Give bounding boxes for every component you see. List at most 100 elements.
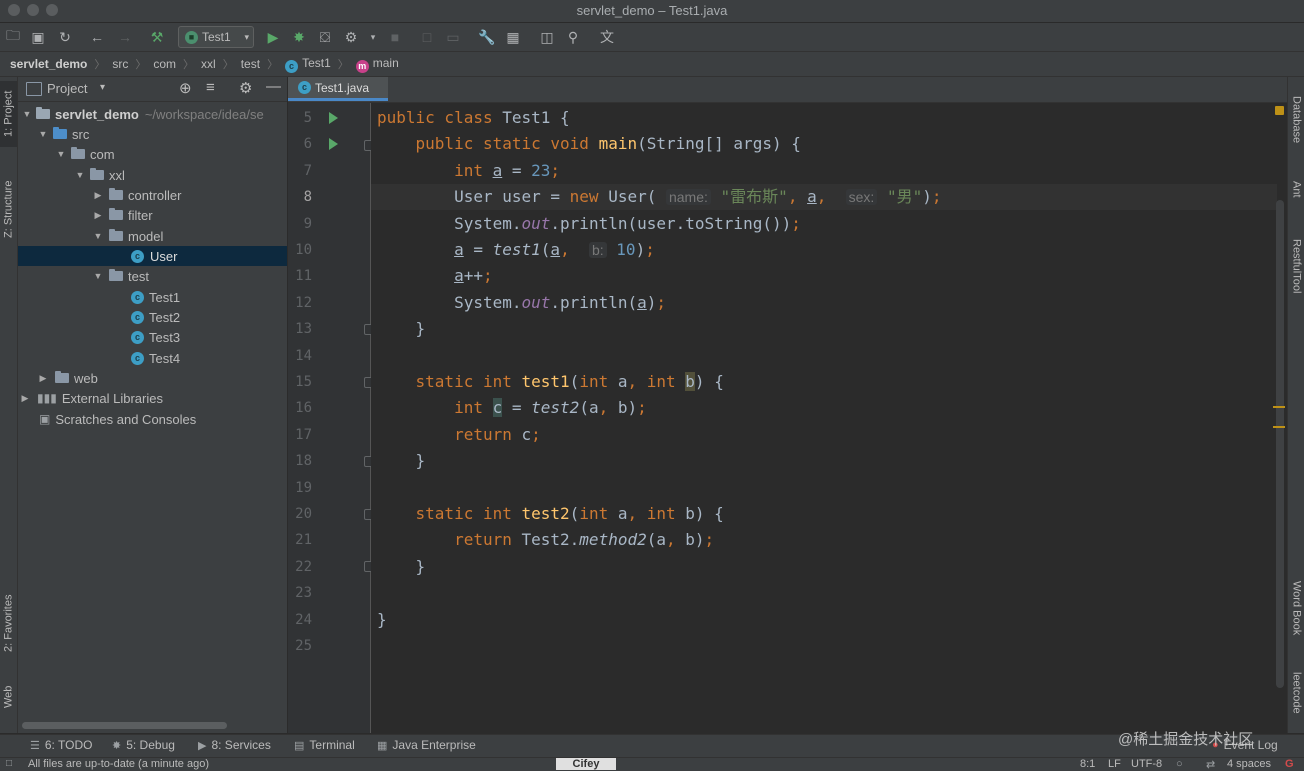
tree-item-test2[interactable]: c Test2	[18, 307, 287, 327]
tree-item-test[interactable]: ▼ test	[18, 266, 287, 286]
update-icon[interactable]: ▭	[442, 26, 464, 48]
run-gutter-icon[interactable]	[329, 138, 338, 150]
translate-icon[interactable]: 文	[596, 26, 618, 48]
parameter-hint: name:	[665, 189, 711, 205]
tree-item-user[interactable]: c User	[18, 246, 287, 266]
line-separator[interactable]: LF	[1108, 758, 1121, 770]
attach-debugger-icon[interactable]: □	[416, 26, 438, 48]
restfultool-tool-tab[interactable]: RestfulTool	[1288, 227, 1304, 305]
chevron-down-icon[interactable]: ▾	[362, 26, 384, 48]
chevron-down-icon[interactable]: ▼	[20, 109, 34, 119]
settings-wrench-icon[interactable]: 🔧	[476, 26, 498, 48]
tree-item-test3[interactable]: c Test3	[18, 327, 287, 347]
favorites-tool-tab[interactable]: 2: Favorites	[0, 582, 17, 664]
breadcrumb-project[interactable]: servlet_demo	[8, 57, 89, 71]
chevron-right-icon[interactable]: ▶	[36, 373, 50, 384]
leetcode-tool-tab[interactable]: leetcode	[1288, 662, 1304, 724]
code-line: static int test1(int a, int b) {	[415, 372, 724, 391]
java-enterprise-tab[interactable]: ▦ Java Enterprise	[377, 738, 476, 752]
code-line: public static void main(String[] args) {	[415, 134, 801, 153]
lock-icon[interactable]: ○	[1176, 758, 1183, 770]
chevron-right-icon[interactable]: ▶	[91, 190, 105, 201]
save-icon[interactable]: ▣	[27, 26, 49, 48]
collapse-all-icon[interactable]: ≡	[206, 79, 215, 96]
wordbook-tool-tab[interactable]: Word Book	[1288, 577, 1304, 639]
hide-panel-icon[interactable]: —	[266, 78, 281, 95]
tab-test1-java[interactable]: c Test1.java	[288, 77, 388, 101]
inspection-warning-icon[interactable]	[1275, 106, 1284, 115]
todo-tab-label: 6: TODO	[44, 738, 93, 752]
tree-item-scratches[interactable]: ▣ Scratches and Consoles	[18, 409, 287, 429]
coverage-icon[interactable]: ⛋	[314, 26, 336, 48]
gear-icon[interactable]: ⚙	[239, 79, 252, 97]
tree-item-web[interactable]: ▶ web	[18, 368, 287, 388]
file-encoding[interactable]: UTF-8	[1131, 758, 1162, 770]
project-structure-icon[interactable]: ▦	[502, 26, 524, 48]
run-configuration-select[interactable]: ■ Test1 ▾	[178, 26, 254, 48]
breadcrumb-class[interactable]: c Test1	[283, 56, 333, 73]
tree-item-com[interactable]: ▼ com	[18, 144, 287, 164]
structure-tool-tab[interactable]: Z: Structure	[0, 169, 17, 249]
run-gutter-icon[interactable]	[329, 112, 338, 124]
editor-vertical-scrollbar[interactable]	[1276, 200, 1284, 688]
warning-stripe-mark[interactable]	[1273, 426, 1285, 428]
code-line: System.out.println(a);	[377, 293, 667, 312]
tree-item-external-libraries[interactable]: ▶ ▮▮▮ External Libraries	[18, 388, 287, 408]
chevron-down-icon[interactable]: ▼	[73, 170, 87, 180]
code-editor[interactable]: public class Test1 { public static void …	[371, 103, 1287, 733]
profile-icon[interactable]: ⚙	[340, 26, 362, 48]
breadcrumb-src[interactable]: src	[110, 57, 130, 71]
chevron-down-icon[interactable]: ▼	[36, 129, 50, 139]
locate-target-icon[interactable]: ⊕	[179, 79, 192, 97]
tree-item-controller[interactable]: ▶ controller	[18, 185, 287, 205]
chevron-down-icon[interactable]: ▼	[54, 149, 68, 159]
tree-item-test1[interactable]: c Test1	[18, 287, 287, 307]
stop-icon[interactable]: ■	[384, 26, 406, 48]
database-tool-tab[interactable]: Database	[1288, 85, 1304, 155]
build-hammer-icon[interactable]: ⚒	[146, 26, 168, 48]
chevron-down-icon[interactable]: ▼	[91, 231, 105, 241]
debug-tab[interactable]: ✸ 5: Debug	[112, 738, 175, 752]
tree-item-model[interactable]: ▼ model	[18, 226, 287, 246]
code-line: int a = 23;	[454, 161, 561, 180]
google-icon[interactable]: G	[1285, 758, 1294, 770]
forward-arrow-icon[interactable]: →	[114, 26, 136, 48]
breadcrumb-xxl[interactable]: xxl	[199, 57, 218, 71]
project-tool-tab[interactable]: 1: Project	[0, 81, 17, 147]
back-arrow-icon[interactable]: ←	[86, 26, 108, 48]
breadcrumb-test[interactable]: test	[239, 57, 262, 71]
terminal-tab[interactable]: ▤ Terminal	[294, 738, 355, 752]
tree-item-servlet-demo[interactable]: ▼ servlet_demo ~/workspace/idea/se	[18, 104, 287, 124]
indent-setting[interactable]: 4 spaces	[1227, 758, 1271, 770]
chevron-right-icon[interactable]: ▶	[18, 393, 32, 404]
sync-icon[interactable]: ↻	[54, 26, 76, 48]
tree-item-src[interactable]: ▼ src	[18, 124, 287, 144]
cursor-position[interactable]: 8:1	[1080, 758, 1095, 770]
run-config-label: Test1	[202, 30, 231, 44]
tree-item-test4[interactable]: c Test4	[18, 348, 287, 368]
tree-item-filter[interactable]: ▶ filter	[18, 205, 287, 225]
ant-tool-tab[interactable]: Ant	[1288, 172, 1304, 206]
breadcrumb-com[interactable]: com	[151, 57, 178, 71]
warning-stripe-mark[interactable]	[1273, 406, 1285, 408]
chevron-down-icon[interactable]: ▾	[100, 82, 105, 93]
project-view-select[interactable]: Project	[47, 81, 87, 96]
chevron-right-icon[interactable]: ▶	[91, 210, 105, 221]
debug-bug-icon[interactable]: ✸	[288, 26, 310, 48]
breadcrumb-method[interactable]: m main	[354, 56, 401, 73]
chevron-down-icon[interactable]: ▼	[91, 271, 105, 281]
search-icon[interactable]: ⚲	[562, 26, 584, 48]
class-icon: c	[131, 310, 144, 324]
layout-toggle-icon[interactable]: □	[6, 758, 12, 769]
web-tool-tab[interactable]: Web	[0, 679, 17, 715]
todo-tab[interactable]: ☰ 6: TODO	[30, 738, 92, 752]
web-folder-icon	[55, 371, 69, 383]
terminal-window-icon[interactable]: ◫	[536, 26, 558, 48]
open-folder-icon[interactable]: 🗀	[2, 26, 24, 48]
project-horizontal-scrollbar[interactable]	[22, 722, 227, 729]
tree-item-label: Test4	[149, 350, 181, 366]
line-number: 20	[295, 506, 312, 522]
tree-item-xxl[interactable]: ▼ xxl	[18, 165, 287, 185]
run-icon[interactable]: ▶	[262, 26, 284, 48]
services-tab[interactable]: ▶ 8: Services	[198, 738, 271, 752]
